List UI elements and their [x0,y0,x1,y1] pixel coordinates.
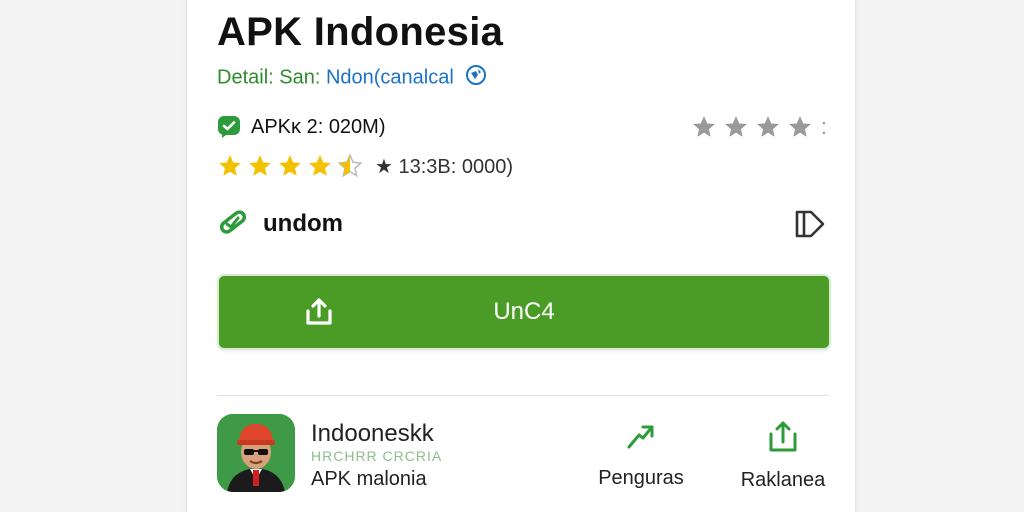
related-app-subtitle: HRCHRR CRCRIA [311,448,443,464]
star-empty-icon[interactable] [723,114,749,140]
edit-tag-icon [217,206,249,243]
star-empty-icon[interactable] [787,114,813,140]
divider [217,395,829,396]
upload-icon [303,296,335,333]
related-app-name[interactable]: Indooneskk [311,420,434,448]
chat-icon [217,115,241,139]
app-avatar-icon[interactable] [217,414,295,492]
more-icon[interactable]: : [821,116,827,138]
detail-link[interactable]: Ndon(canalcal [326,66,454,88]
upload-action[interactable]: Raklanea [728,420,838,492]
share-upload-icon [728,420,838,459]
star-empty-icon[interactable] [755,114,781,140]
detail-label: Detail: San: [217,66,321,89]
open-icon[interactable] [793,208,829,240]
download-button[interactable]: UnC4 [219,276,829,348]
related-app-description: APK malonia [311,468,427,490]
size-text: APKĸ 2: 020M) [251,115,386,138]
tag-row[interactable]: undom [217,206,829,242]
rate-stars[interactable]: : [691,114,827,140]
share-action[interactable]: Penguras [586,420,696,490]
share-action-label: Penguras [598,467,684,489]
star-full-icon [309,155,331,176]
tag-label: undom [263,210,343,237]
star-half-icon [337,153,363,178]
star-empty-icon[interactable] [691,114,717,140]
rating-row: ★ 13:3B: 0000) [217,152,513,180]
size-row: APKĸ 2: 020M) [217,114,386,140]
star-full-icon [279,155,301,176]
upload-action-label: Raklanea [740,469,826,491]
detail-line: Detail: San: Ndon(canalcal [217,64,487,92]
star-full-icon [249,155,271,176]
rating-stars [217,153,363,179]
page-title: APK Indonesia [217,10,504,54]
rating-count: ★ 13:3B: 0000) [375,155,514,178]
share-arrow-icon [586,420,696,457]
app-detail-card: APK Indonesia Detail: San: Ndon(canalcal… [186,0,856,512]
globe-icon[interactable] [465,64,487,92]
star-full-icon [219,155,241,176]
